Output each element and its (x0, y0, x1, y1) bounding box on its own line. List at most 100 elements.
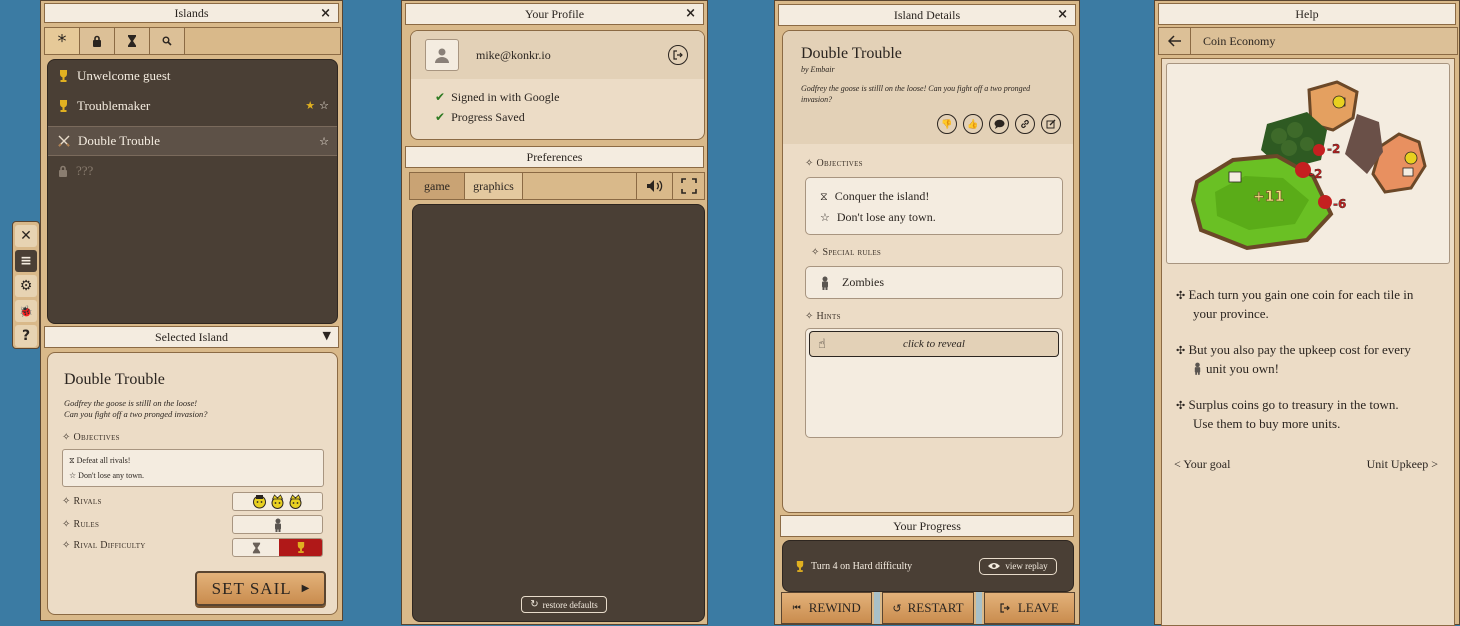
rivals-list (232, 492, 323, 511)
tab-graphics[interactable]: graphics (465, 173, 523, 199)
star-icon: ☆ (820, 211, 830, 224)
link-icon[interactable] (1015, 114, 1035, 134)
exit-icon (1000, 603, 1010, 613)
selected-island-title: Selected Island (155, 329, 228, 344)
rival-head-icon (253, 495, 266, 509)
bug-icon[interactable]: 🐞 (15, 300, 37, 322)
help-topic: Coin Economy (1203, 33, 1276, 48)
list-item: ??? (48, 156, 337, 186)
map-label: -6 (1333, 197, 1346, 211)
help-panel: Help Coin Economy +11 -2 -2 -6 ✣ Each tu… (1154, 0, 1460, 626)
prev-topic-link[interactable]: < Your goal (1174, 456, 1230, 474)
rewind-button[interactable]: ⏮ REWIND (781, 592, 873, 624)
status-item: ✔ Signed in with Google (435, 90, 560, 104)
objective-item: ☆ Don't lose any town. (69, 471, 145, 480)
hand-pointer-icon: ☝ (818, 336, 826, 352)
skip-back-icon: ⏮ (792, 603, 801, 613)
map-label: +11 (1253, 189, 1284, 205)
list-item[interactable]: Troublemaker ★ ☆ (48, 91, 337, 121)
island-description: Godfrey the goose is stilll on the loose… (801, 84, 1031, 104)
close-icon[interactable]: × (320, 6, 331, 21)
objective-item: ⧖ Conquer the island! (820, 189, 930, 203)
trophy-icon (796, 560, 804, 572)
close-icon[interactable]: × (685, 6, 696, 21)
islands-title: Islands (174, 5, 209, 20)
details-card: Double Trouble by Embair Godfrey the goo… (782, 30, 1074, 513)
star-icon: ☆ (319, 135, 329, 148)
asterisk-icon[interactable]: * (45, 28, 80, 54)
restore-icon: ↻ (530, 599, 539, 610)
chevron-down-icon[interactable]: ▼ (323, 329, 331, 342)
objectives-box: ⧖ Conquer the island! ☆ Don't lose any tow… (805, 177, 1063, 235)
difficulty-hard[interactable] (279, 539, 322, 556)
hourglass-icon: ⧖ (69, 456, 75, 465)
progress-panel: Turn 4 on Hard difficulty view replay (782, 540, 1074, 592)
star-icon: ☆ (319, 99, 329, 112)
objectives-box: ⧖ Defeat all rivals! ☆ Don't lose any to… (62, 449, 324, 487)
difficulty-heading: ✧ Rival Difficulty (62, 540, 146, 551)
thumbs-up-icon[interactable]: 👍 (963, 114, 983, 134)
star-icon: ☆ (69, 471, 77, 480)
list-item-label: ??? (76, 163, 94, 178)
close-icon[interactable]: × (1057, 7, 1068, 22)
preferences-title: Preferences (526, 149, 583, 164)
island-name: Double Trouble (801, 45, 902, 62)
hints-heading: ✧ Hints (805, 311, 841, 322)
profile-panel: Your Profile × mike@konkr.io ✔ Signed in … (401, 0, 708, 625)
back-arrow-icon[interactable] (1159, 28, 1191, 54)
gear-icon[interactable]: ⚙ (15, 275, 37, 297)
islands-titlebar: Islands × (44, 3, 339, 23)
star-filled-icon: ★ (305, 99, 316, 112)
search-icon[interactable] (150, 28, 185, 54)
sound-icon[interactable] (636, 173, 672, 199)
list-item-label: Double Trouble (78, 133, 160, 148)
objectives-heading: ✧ Objectives (805, 158, 863, 169)
hourglass-icon (252, 542, 260, 553)
trophy-icon (60, 70, 67, 82)
restore-defaults-button[interactable]: ↻ restore defaults (521, 596, 607, 613)
trophy-icon (297, 542, 304, 553)
thumbs-down-icon[interactable]: 👎 (937, 114, 957, 134)
leave-button[interactable]: LEAVE (983, 592, 1075, 624)
reveal-hint-button[interactable]: ☝ click to reveal (809, 331, 1059, 357)
objectives-heading: ✧ Objectives (62, 432, 120, 443)
difficulty-normal[interactable] (233, 539, 279, 556)
special-rules-heading: ✧ Special rules (811, 247, 882, 258)
progress-text: Turn 4 on Hard difficulty (811, 560, 913, 572)
economy-map-illustration: +11 -2 -2 -6 (1166, 63, 1450, 264)
bullet-icon: ✣ (1176, 289, 1186, 302)
set-sail-label: SET SAIL (211, 578, 292, 598)
special-rules-box: Zombies (805, 266, 1063, 299)
list-item[interactable]: Double Trouble ☆ (48, 126, 337, 156)
list-item[interactable]: Unwelcome guest (48, 61, 337, 91)
selected-island-card: Double Trouble Godfrey the goose is stil… (47, 352, 338, 615)
zombie-icon (822, 276, 828, 290)
logout-icon[interactable] (668, 45, 688, 65)
map-label: -2 (1309, 167, 1322, 181)
crossed-swords-icon (58, 135, 70, 147)
user-icon (435, 48, 449, 63)
difficulty-selector (232, 538, 323, 557)
menu-icon[interactable]: ≡ (15, 250, 37, 272)
close-icon[interactable]: ✕ (15, 225, 37, 247)
set-sail-button[interactable]: SET SAIL ▶ (195, 571, 326, 606)
hourglass-icon[interactable] (115, 28, 150, 54)
tab-game[interactable]: game (410, 173, 465, 199)
help-titlebar: Help (1158, 3, 1456, 25)
island-details-panel: Island Details × Double Trouble by Embai… (774, 0, 1080, 625)
checkmark-icon: ✔ (435, 90, 446, 104)
view-replay-button[interactable]: view replay (979, 557, 1057, 575)
fullscreen-icon[interactable] (672, 173, 704, 199)
island-author: by Embair (801, 65, 835, 74)
islands-panel: Islands × * Unwelcome guest Troublemaker… (40, 0, 343, 621)
restart-button[interactable]: ↺ RESTART (882, 592, 974, 624)
selected-island-header[interactable]: Selected Island ▼ (44, 326, 339, 348)
next-topic-link[interactable]: Unit Upkeep > (1367, 456, 1438, 474)
unit-icon (1194, 362, 1201, 375)
preferences-titlebar: Preferences (405, 146, 704, 168)
comment-icon[interactable] (989, 114, 1009, 134)
profile-titlebar: Your Profile × (405, 3, 704, 25)
edit-icon[interactable] (1041, 114, 1061, 134)
lock-icon[interactable] (80, 28, 115, 54)
help-icon[interactable]: ? (15, 325, 37, 347)
